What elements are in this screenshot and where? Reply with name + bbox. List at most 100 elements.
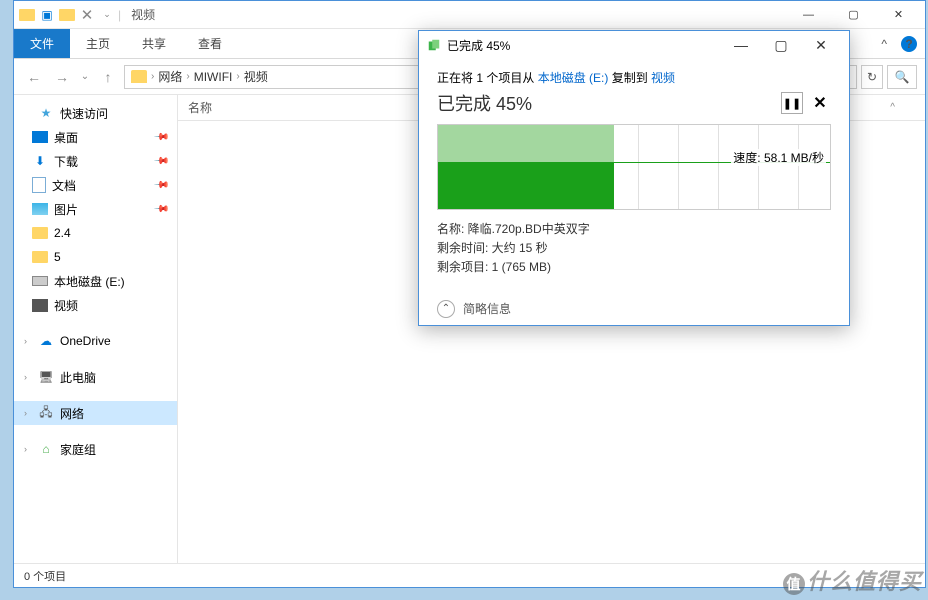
close-button[interactable]: ✕ [876,1,921,29]
sidebar-item-label: 桌面 [54,129,78,146]
sidebar-item-label: 2.4 [54,226,71,240]
star-icon: ★ [38,105,54,121]
throughput-chart: 速度: 58.1 MB/秒 [437,124,831,210]
crumb-video[interactable]: 视频 [244,68,268,85]
sidebar-video[interactable]: 视频 [14,293,177,317]
chevron-up-icon[interactable]: ⌃ [437,300,455,318]
dialog-titlebar[interactable]: 已完成 45% — ▢ ✕ [419,31,849,59]
back-button[interactable]: ← [22,65,46,89]
pin-icon: 📌 [152,177,169,194]
watermark-text: 什么值得买 [807,569,922,594]
dialog-minimize-button[interactable]: — [721,31,761,59]
desktop-icon [32,131,48,143]
download-icon: ⬇ [32,153,48,169]
sidebar-item-label: 网络 [60,405,84,422]
folder-icon [59,9,75,21]
up-button[interactable]: ↑ [96,65,120,89]
sidebar-quick-access[interactable]: ★ 快速访问 [14,101,177,125]
sidebar-item-label: OneDrive [60,334,111,348]
quick-access-toolbar: ▣ ✕ ⌄ | [18,6,121,24]
sidebar: ★ 快速访问 桌面 📌 ⬇ 下载 📌 文档 📌 图片 📌 [14,95,178,563]
column-name[interactable]: 名称 [188,99,242,116]
status-prefix: 正在将 1 个项目从 [437,71,538,85]
folder-icon [32,251,48,263]
qat-dropdown[interactable]: ⌄ [98,6,116,24]
folder-icon [19,9,35,21]
source-link[interactable]: 本地磁盘 (E:) [538,71,609,85]
progress-controls: ❚❚ ✕ [781,92,831,114]
caret-icon: › [24,336,32,346]
copy-status-line: 正在将 1 个项目从 本地磁盘 (E:) 复制到 视频 [437,69,831,86]
qat-icon-3[interactable] [58,6,76,24]
pc-icon: 🖥 [38,369,54,385]
breadcrumb-sep: › [236,71,239,82]
homegroup-icon: ⌂ [38,441,54,457]
brief-info-label: 简略信息 [463,300,511,317]
sidebar-pictures[interactable]: 图片 📌 [14,197,177,221]
breadcrumb-sep: › [151,71,154,82]
progress-text: 已完成 45% [437,90,532,116]
detail-remaining: 剩余项目: 1 (765 MB) [437,258,831,277]
pin-icon: 📌 [152,201,169,218]
folder-icon [32,227,48,239]
crumb-network[interactable]: 网络 [158,68,182,85]
dialog-body: 正在将 1 个项目从 本地磁盘 (E:) 复制到 视频 已完成 45% ❚❚ ✕… [419,59,849,288]
pictures-icon [32,203,48,215]
dialog-title: 已完成 45% [447,37,510,54]
sidebar-this-pc[interactable]: › 🖥 此电脑 [14,365,177,389]
copy-progress-dialog: 已完成 45% — ▢ ✕ 正在将 1 个项目从 本地磁盘 (E:) 复制到 视… [418,30,850,326]
sidebar-item-label: 下载 [54,153,78,170]
qat-icon-1[interactable] [18,6,36,24]
tab-view[interactable]: 查看 [182,29,238,58]
sidebar-folder-5[interactable]: 5 [14,245,177,269]
titlebar[interactable]: ▣ ✕ ⌄ | 视频 — ▢ ✕ [14,1,925,29]
ribbon-expand-icon[interactable]: ^ [881,37,887,51]
minimize-button[interactable]: — [786,1,831,29]
sidebar-desktop[interactable]: 桌面 📌 [14,125,177,149]
detail-name: 名称: 降临.720p.BD中英双字 [437,220,831,239]
chart-fill-light [438,125,614,162]
caret-icon: › [24,372,32,382]
dialog-maximize-button[interactable]: ▢ [761,31,801,59]
dialog-close-button[interactable]: ✕ [801,31,841,59]
sidebar-folder-24[interactable]: 2.4 [14,221,177,245]
dialog-window-buttons: — ▢ ✕ [721,31,841,59]
copy-details: 名称: 降临.720p.BD中英双字 剩余时间: 大约 15 秒 剩余项目: 1… [437,220,831,278]
status-mid: 复制到 [608,71,651,85]
cancel-button[interactable]: ✕ [809,92,831,114]
help-icon[interactable]: ? [901,36,917,52]
copy-icon [427,38,441,52]
breadcrumb-sep: › [186,71,189,82]
tab-file[interactable]: 文件 [14,29,70,58]
tab-home[interactable]: 主页 [70,29,126,58]
dest-link[interactable]: 视频 [651,71,675,85]
sidebar-network[interactable]: › 🖧 网络 [14,401,177,425]
forward-button[interactable]: → [50,65,74,89]
caret-icon: › [24,408,32,418]
tab-share[interactable]: 共享 [126,29,182,58]
sort-indicator-icon: ^ [890,102,895,113]
sidebar-homegroup[interactable]: › ⌂ 家庭组 [14,437,177,461]
sidebar-onedrive[interactable]: › ☁ OneDrive [14,329,177,353]
sidebar-documents[interactable]: 文档 📌 [14,173,177,197]
sidebar-item-label: 快速访问 [60,105,108,122]
video-icon [32,299,48,312]
watermark-icon: 值 [783,573,805,595]
qat-icon-2[interactable]: ▣ [38,6,56,24]
chart-fill-dark [438,162,614,209]
crumb-miwifi[interactable]: MIWIFI [194,70,233,84]
window-title: 视频 [131,6,155,23]
dialog-footer[interactable]: ⌃ 简略信息 [419,288,849,332]
sidebar-item-label: 此电脑 [60,369,96,386]
history-dropdown[interactable]: ⌄ [78,65,92,89]
watermark: 值什么值得买 [783,564,922,596]
sidebar-item-label: 本地磁盘 (E:) [54,273,125,290]
pause-button[interactable]: ❚❚ [781,92,803,114]
search-box[interactable]: 🔍 [887,65,917,89]
sidebar-local-disk[interactable]: 本地磁盘 (E:) [14,269,177,293]
qat-delete[interactable]: ✕ [78,6,96,24]
pin-icon: 📌 [152,129,169,146]
refresh-button[interactable]: ↻ [861,65,883,89]
sidebar-downloads[interactable]: ⬇ 下载 📌 [14,149,177,173]
maximize-button[interactable]: ▢ [831,1,876,29]
